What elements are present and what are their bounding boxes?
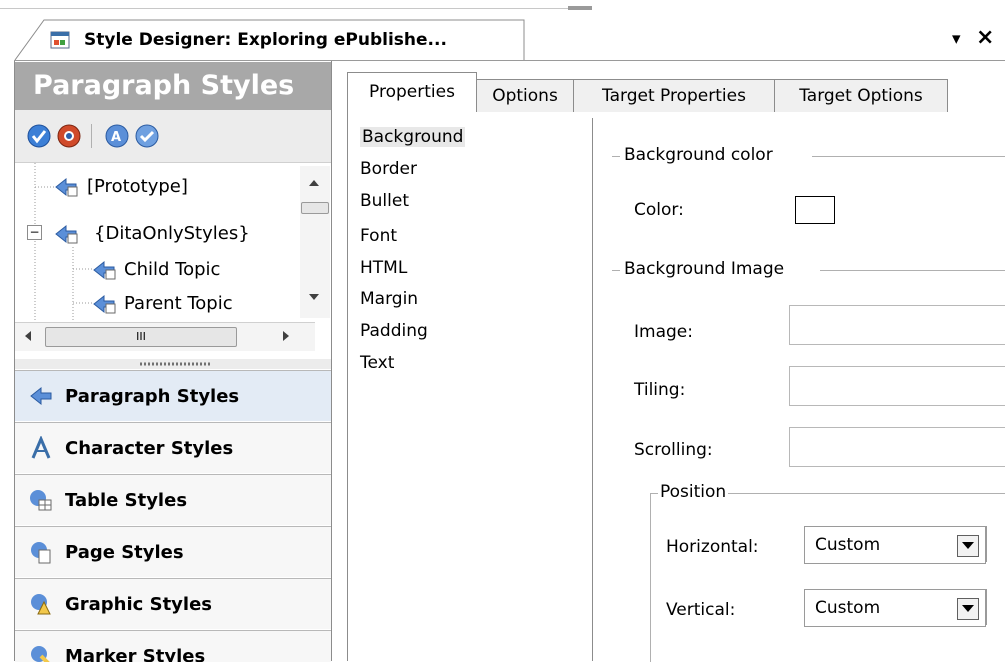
paragraph-style-icon: [54, 222, 80, 244]
scroll-down-icon[interactable]: [309, 294, 319, 300]
paragraph-style-icon: [92, 292, 118, 314]
scroll-left-icon[interactable]: [25, 331, 31, 341]
paragraph-style-icon: [54, 175, 80, 197]
paragraph-styles-icon: [29, 384, 53, 408]
chevron-down-icon[interactable]: [957, 598, 979, 620]
tree-vertical-scrollbar[interactable]: [300, 166, 330, 318]
tab-target-properties[interactable]: Target Properties: [573, 79, 775, 113]
nav-label: Paragraph Styles: [65, 386, 240, 407]
scroll-thumb-horizontal[interactable]: III: [45, 327, 237, 347]
nav-label: Character Styles: [65, 438, 234, 459]
select-edge: [986, 589, 1005, 625]
collapse-toggle[interactable]: −: [27, 225, 42, 240]
style-designer-icon: [48, 30, 74, 50]
tiling-input[interactable]: [789, 366, 1005, 406]
style-toolbar: A: [15, 110, 331, 162]
graphic-styles-icon: [29, 592, 53, 616]
chevron-down-icon[interactable]: [957, 535, 979, 557]
scroll-right-icon[interactable]: [283, 331, 289, 341]
group-rule: [812, 156, 1005, 157]
horizontal-select[interactable]: Custom: [804, 526, 986, 564]
property-item-margin[interactable]: Margin: [360, 289, 418, 309]
svg-text:A: A: [111, 130, 121, 145]
vertical-value: Custom: [815, 598, 881, 618]
tab-properties[interactable]: Properties: [347, 72, 477, 114]
group-rule: [820, 270, 1005, 271]
nav-page-styles[interactable]: Page Styles: [15, 526, 331, 577]
group-background-image: Background Image: [622, 259, 787, 279]
property-item-font[interactable]: Font: [360, 226, 397, 246]
select-edge: [986, 526, 1005, 562]
panel-header: Paragraph Styles: [15, 62, 331, 110]
panel-title: Paragraph Styles: [33, 70, 295, 101]
vertical-label: Vertical:: [666, 600, 736, 620]
nav-label: Marker Styles: [65, 646, 206, 662]
nav-label: Graphic Styles: [65, 594, 212, 615]
horizontal-value: Custom: [815, 535, 881, 555]
tree-node-prototype[interactable]: [Prototype]: [87, 176, 188, 197]
vertical-select[interactable]: Custom: [804, 589, 986, 627]
tree-horizontal-scrollbar[interactable]: III: [15, 322, 315, 351]
property-item-background[interactable]: Background: [360, 127, 466, 147]
property-item-border[interactable]: Border: [360, 159, 417, 179]
toolbar-separator: [91, 124, 92, 148]
check-icon[interactable]: [27, 124, 51, 148]
tiling-label: Tiling:: [634, 380, 686, 400]
nav-graphic-styles[interactable]: Graphic Styles: [15, 578, 331, 629]
nav-label: Table Styles: [65, 490, 188, 511]
splitter-grip[interactable]: [140, 352, 210, 366]
document-title: Style Designer: Exploring ePublishe...: [84, 30, 447, 50]
scrolling-input[interactable]: [789, 427, 1005, 467]
group-background-color: Background color: [622, 145, 775, 165]
property-item-bullet[interactable]: Bullet: [360, 191, 409, 211]
nav-marker-styles[interactable]: Marker Styles: [15, 630, 331, 662]
rename-style-icon[interactable]: A: [105, 124, 129, 148]
nav-character-styles[interactable]: Character Styles: [15, 422, 331, 473]
color-label: Color:: [634, 200, 684, 220]
window-menu-button[interactable]: ▾: [952, 29, 961, 49]
nav-label: Page Styles: [65, 542, 184, 563]
scroll-up-icon[interactable]: [309, 180, 319, 186]
property-item-html[interactable]: HTML: [360, 258, 407, 278]
paragraph-style-icon: [92, 258, 118, 280]
image-input[interactable]: [789, 305, 1005, 345]
page-styles-icon: [29, 540, 53, 564]
tab-options[interactable]: Options: [476, 79, 574, 113]
group-rule: [612, 156, 620, 157]
property-item-text[interactable]: Text: [360, 353, 394, 373]
table-styles-icon: [29, 488, 53, 512]
nav-table-styles[interactable]: Table Styles: [15, 474, 331, 525]
color-swatch[interactable]: [795, 196, 835, 224]
group-position: Position: [658, 482, 729, 502]
close-button[interactable]: ×: [976, 25, 994, 50]
delete-style-icon[interactable]: [57, 124, 81, 148]
group-rule: [612, 270, 620, 271]
nav-paragraph-styles[interactable]: Paragraph Styles: [15, 370, 331, 421]
tree-node-ditaonlystyles[interactable]: {DitaOnlyStyles}: [94, 223, 250, 244]
tree-node-child-topic[interactable]: Child Topic: [124, 259, 220, 280]
horizontal-label: Horizontal:: [666, 537, 759, 557]
image-label: Image:: [634, 322, 693, 342]
top-strip: [0, 0, 1005, 20]
marker-styles-icon: [29, 644, 53, 662]
apply-style-icon[interactable]: [135, 124, 159, 148]
tab-target-options[interactable]: Target Options: [774, 79, 948, 113]
scroll-thumb[interactable]: [301, 202, 329, 214]
splitter-handle[interactable]: [568, 6, 592, 10]
character-styles-icon: [29, 435, 53, 460]
position-groupbox: [650, 493, 1005, 662]
scrolling-label: Scrolling:: [634, 440, 713, 460]
top-divider: [0, 8, 568, 9]
tree-node-parent-topic[interactable]: Parent Topic: [124, 293, 233, 314]
property-item-padding[interactable]: Padding: [360, 321, 428, 341]
